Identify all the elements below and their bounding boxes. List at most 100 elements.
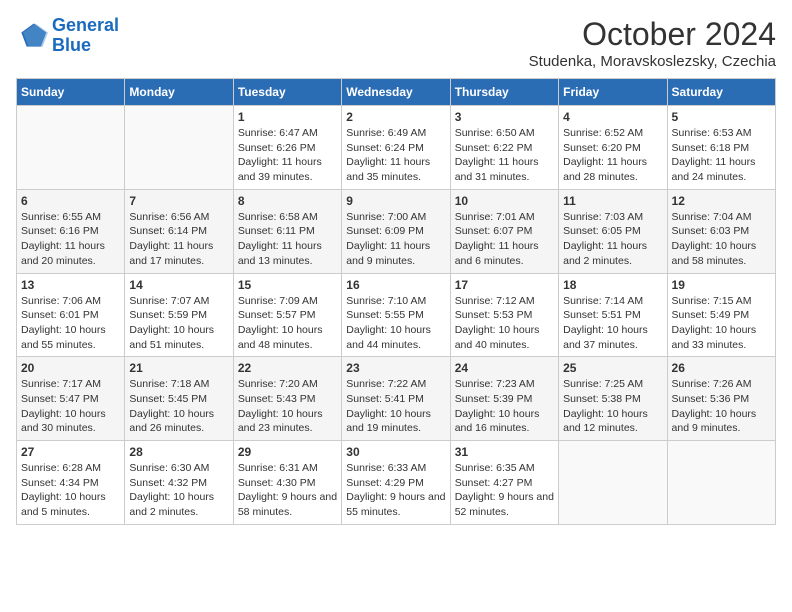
day-number: 23 (346, 361, 445, 375)
day-content: 24 Sunrise: 7:23 AMSunset: 5:39 PMDayligh… (455, 361, 554, 436)
day-content: 4 Sunrise: 6:52 AMSunset: 6:20 PMDaylight… (563, 110, 662, 185)
day-content: 5 Sunrise: 6:53 AMSunset: 6:18 PMDaylight… (672, 110, 771, 185)
day-number: 10 (455, 194, 554, 208)
calendar-cell: 11Sunrise: 7:03 AMSunset: 6:05 PMDayligh… (559, 189, 667, 273)
day-number: 14 (129, 278, 228, 292)
calendar-week-row: 6 Sunrise: 6:55 AMSunset: 6:16 PMDaylight… (17, 189, 776, 273)
day-info: Sunrise: 6:30 AMSunset: 4:32 PMDaylight:… (129, 461, 228, 520)
day-content: 11Sunrise: 7:03 AMSunset: 6:05 PMDayligh… (563, 194, 662, 269)
day-content: 26Sunrise: 7:26 AMSunset: 5:36 PMDayligh… (672, 361, 771, 436)
day-info: Sunrise: 6:56 AMSunset: 6:14 PMDaylight:… (129, 210, 228, 269)
day-number: 21 (129, 361, 228, 375)
calendar-week-row: 13Sunrise: 7:06 AMSunset: 6:01 PMDayligh… (17, 273, 776, 357)
day-content: 18Sunrise: 7:14 AMSunset: 5:51 PMDayligh… (563, 278, 662, 353)
day-info: Sunrise: 7:26 AMSunset: 5:36 PMDaylight:… (672, 377, 771, 436)
calendar-cell: 9Sunrise: 7:00 AMSunset: 6:09 PMDaylight… (342, 189, 450, 273)
calendar-cell: 2Sunrise: 6:49 AMSunset: 6:24 PMDaylight… (342, 106, 450, 190)
day-info: Sunrise: 6:28 AMSunset: 4:34 PMDaylight:… (21, 461, 120, 520)
calendar-cell: 5 Sunrise: 6:53 AMSunset: 6:18 PMDaylight… (667, 106, 775, 190)
calendar-cell: 31Sunrise: 6:35 AMSunset: 4:27 PMDayligh… (450, 441, 558, 525)
day-content: 21 Sunrise: 7:18 AMSunset: 5:45 PMDayligh… (129, 361, 228, 436)
day-info: Sunrise: 7:17 AMSunset: 5:47 PMDaylight:… (21, 377, 120, 436)
day-number: 19 (672, 278, 771, 292)
day-info: Sunrise: 6:55 AMSunset: 6:16 PMDaylight:… (21, 210, 120, 269)
day-info: Sunrise: 7:23 AMSunset: 5:39 PMDaylight:… (455, 377, 554, 436)
day-number: 5 (672, 110, 771, 124)
day-content: 25Sunrise: 7:25 AMSunset: 5:38 PMDayligh… (563, 361, 662, 436)
day-content: 8 Sunrise: 6:58 AMSunset: 6:11 PMDaylight… (238, 194, 337, 269)
calendar-cell: 16Sunrise: 7:10 AMSunset: 5:55 PMDayligh… (342, 273, 450, 357)
weekday-header: Tuesday (233, 79, 341, 106)
weekday-header: Thursday (450, 79, 558, 106)
day-info: Sunrise: 7:18 AMSunset: 5:45 PMDaylight:… (129, 377, 228, 436)
day-info: Sunrise: 6:50 AMSunset: 6:22 PMDaylight:… (455, 126, 554, 185)
weekday-header: Saturday (667, 79, 775, 106)
day-info: Sunrise: 6:52 AMSunset: 6:20 PMDaylight:… (563, 126, 662, 185)
day-info: Sunrise: 7:14 AMSunset: 5:51 PMDaylight:… (563, 294, 662, 353)
day-content: 22Sunrise: 7:20 AMSunset: 5:43 PMDayligh… (238, 361, 337, 436)
day-info: Sunrise: 7:04 AMSunset: 6:03 PMDaylight:… (672, 210, 771, 269)
calendar-cell: 27 Sunrise: 6:28 AMSunset: 4:34 PMDayligh… (17, 441, 125, 525)
day-number: 27 (21, 445, 120, 459)
day-info: Sunrise: 7:01 AMSunset: 6:07 PMDaylight:… (455, 210, 554, 269)
calendar-cell: 6 Sunrise: 6:55 AMSunset: 6:16 PMDaylight… (17, 189, 125, 273)
day-number: 24 (455, 361, 554, 375)
calendar-cell: 1 Sunrise: 6:47 AMSunset: 6:26 PMDaylight… (233, 106, 341, 190)
day-number: 13 (21, 278, 120, 292)
day-content: 29Sunrise: 6:31 AMSunset: 4:30 PMDayligh… (238, 445, 337, 520)
day-number: 2 (346, 110, 445, 124)
day-number: 6 (21, 194, 120, 208)
day-content: 20 Sunrise: 7:17 AMSunset: 5:47 PMDayligh… (21, 361, 120, 436)
day-number: 20 (21, 361, 120, 375)
calendar-cell (125, 106, 233, 190)
calendar-week-row: 1 Sunrise: 6:47 AMSunset: 6:26 PMDaylight… (17, 106, 776, 190)
day-info: Sunrise: 6:31 AMSunset: 4:30 PMDaylight:… (238, 461, 337, 520)
day-content: 2Sunrise: 6:49 AMSunset: 6:24 PMDaylight… (346, 110, 445, 185)
day-info: Sunrise: 7:10 AMSunset: 5:55 PMDaylight:… (346, 294, 445, 353)
page-header: General Blue October 2024 Studenka, Mora… (16, 16, 776, 70)
day-number: 22 (238, 361, 337, 375)
day-info: Sunrise: 7:22 AMSunset: 5:41 PMDaylight:… (346, 377, 445, 436)
month-title: October 2024 (529, 16, 776, 53)
day-content: 23 Sunrise: 7:22 AMSunset: 5:41 PMDayligh… (346, 361, 445, 436)
calendar-cell: 10 Sunrise: 7:01 AMSunset: 6:07 PMDayligh… (450, 189, 558, 273)
logo-icon (16, 20, 48, 52)
weekday-header-row: SundayMondayTuesdayWednesdayThursdayFrid… (17, 79, 776, 106)
calendar-cell: 21 Sunrise: 7:18 AMSunset: 5:45 PMDayligh… (125, 357, 233, 441)
day-number: 7 (129, 194, 228, 208)
day-info: Sunrise: 7:12 AMSunset: 5:53 PMDaylight:… (455, 294, 554, 353)
logo-line1: General (52, 15, 119, 35)
day-info: Sunrise: 6:58 AMSunset: 6:11 PMDaylight:… (238, 210, 337, 269)
calendar-table: SundayMondayTuesdayWednesdayThursdayFrid… (16, 78, 776, 525)
calendar-cell: 26Sunrise: 7:26 AMSunset: 5:36 PMDayligh… (667, 357, 775, 441)
day-info: Sunrise: 6:47 AMSunset: 6:26 PMDaylight:… (238, 126, 337, 185)
logo-line2: Blue (52, 35, 91, 55)
day-number: 12 (672, 194, 771, 208)
calendar-cell: 8 Sunrise: 6:58 AMSunset: 6:11 PMDaylight… (233, 189, 341, 273)
day-content: 30Sunrise: 6:33 AMSunset: 4:29 PMDayligh… (346, 445, 445, 520)
day-number: 15 (238, 278, 337, 292)
day-content: 16Sunrise: 7:10 AMSunset: 5:55 PMDayligh… (346, 278, 445, 353)
day-content: 14Sunrise: 7:07 AMSunset: 5:59 PMDayligh… (129, 278, 228, 353)
calendar-cell: 20 Sunrise: 7:17 AMSunset: 5:47 PMDayligh… (17, 357, 125, 441)
day-info: Sunrise: 6:35 AMSunset: 4:27 PMDaylight:… (455, 461, 554, 520)
day-number: 17 (455, 278, 554, 292)
weekday-header: Friday (559, 79, 667, 106)
calendar-cell: 22Sunrise: 7:20 AMSunset: 5:43 PMDayligh… (233, 357, 341, 441)
calendar-cell: 24 Sunrise: 7:23 AMSunset: 5:39 PMDayligh… (450, 357, 558, 441)
day-number: 8 (238, 194, 337, 208)
weekday-header: Sunday (17, 79, 125, 106)
calendar-cell: 25Sunrise: 7:25 AMSunset: 5:38 PMDayligh… (559, 357, 667, 441)
title-block: October 2024 Studenka, Moravskoslezsky, … (529, 16, 776, 70)
day-number: 4 (563, 110, 662, 124)
day-content: 3Sunrise: 6:50 AMSunset: 6:22 PMDaylight… (455, 110, 554, 185)
calendar-cell: 30Sunrise: 6:33 AMSunset: 4:29 PMDayligh… (342, 441, 450, 525)
day-content: 10 Sunrise: 7:01 AMSunset: 6:07 PMDayligh… (455, 194, 554, 269)
day-info: Sunrise: 7:15 AMSunset: 5:49 PMDaylight:… (672, 294, 771, 353)
day-info: Sunrise: 6:53 AMSunset: 6:18 PMDaylight:… (672, 126, 771, 185)
day-info: Sunrise: 7:00 AMSunset: 6:09 PMDaylight:… (346, 210, 445, 269)
calendar-cell (667, 441, 775, 525)
day-number: 1 (238, 110, 337, 124)
day-content: 15Sunrise: 7:09 AMSunset: 5:57 PMDayligh… (238, 278, 337, 353)
calendar-cell: 4 Sunrise: 6:52 AMSunset: 6:20 PMDaylight… (559, 106, 667, 190)
